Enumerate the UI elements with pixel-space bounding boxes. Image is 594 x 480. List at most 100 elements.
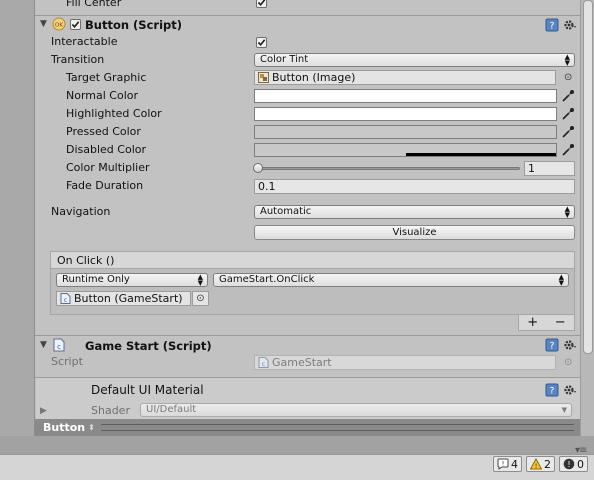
- gear-icon[interactable]: [563, 18, 577, 35]
- inspector-scrollbar-thumb[interactable]: [583, 0, 593, 354]
- shader-dropdown: UI/Default ▼: [140, 403, 572, 417]
- color-multiplier-slider-track[interactable]: [258, 167, 520, 170]
- button-script-icon: OK: [52, 17, 66, 31]
- help-book-icon[interactable]: ?: [545, 338, 559, 355]
- normal-color-field[interactable]: [254, 89, 557, 103]
- foldout-arrow-icon[interactable]: ▼: [40, 340, 47, 350]
- svg-text:?: ?: [550, 22, 555, 32]
- dropdown-arrows-icon: ▲ ▼: [558, 273, 564, 287]
- gamestart-script-title: Game Start (Script): [85, 339, 212, 353]
- onclick-add-remove: + −: [518, 315, 575, 331]
- preview-dropdown-icon[interactable]: ⬍: [85, 423, 95, 432]
- object-picker-icon[interactable]: ⊙: [564, 72, 572, 83]
- shader-label: Shader: [91, 404, 130, 417]
- dropdown-arrow-icon: ▼: [561, 406, 567, 414]
- log-count: 4: [511, 457, 518, 471]
- navigation-value: Automatic: [260, 206, 312, 217]
- color-multiplier-slider-thumb[interactable]: [253, 163, 263, 173]
- remove-listener-button[interactable]: −: [555, 315, 566, 330]
- fill-center-checkbox[interactable]: [256, 0, 267, 8]
- pressed-color-label: Pressed Color: [66, 125, 141, 138]
- normal-color-label: Normal Color: [66, 89, 139, 102]
- material-title: Default UI Material: [91, 383, 204, 397]
- svg-text:!: !: [567, 460, 570, 469]
- highlighted-color-label: Highlighted Color: [66, 107, 162, 120]
- error-count: 0: [577, 457, 584, 471]
- svg-text:c: c: [57, 343, 61, 351]
- disabled-color-field[interactable]: [254, 143, 557, 157]
- pressed-color-field[interactable]: [254, 125, 557, 139]
- preview-bar[interactable]: Button ⬍: [35, 419, 580, 436]
- svg-text:!: !: [502, 460, 505, 468]
- interactable-label: Interactable: [51, 35, 118, 48]
- warning-count-badge[interactable]: ! 2: [526, 456, 555, 472]
- help-book-icon[interactable]: ?: [545, 383, 559, 400]
- button-enabled-checkbox[interactable]: [70, 19, 81, 30]
- error-count-badge[interactable]: ! 0: [559, 456, 588, 472]
- panel-gap: ▾≡: [0, 436, 594, 456]
- svg-text:?: ?: [550, 342, 555, 352]
- script-value: GameStart: [272, 356, 332, 369]
- target-graphic-label: Target Graphic: [66, 71, 147, 84]
- transition-dropdown[interactable]: Color Tint ▲ ▼: [254, 53, 575, 67]
- svg-text:c: c: [262, 361, 265, 368]
- onclick-target-field[interactable]: c Button (GameStart): [56, 291, 191, 306]
- error-icon: !: [563, 458, 575, 470]
- function-value: GameStart.OnClick: [219, 274, 315, 285]
- checkmark-icon: [257, 0, 266, 6]
- fade-duration-input[interactable]: 0.1: [254, 179, 575, 194]
- visualize-button[interactable]: Visualize: [254, 225, 575, 240]
- eyedropper-icon[interactable]: [561, 143, 575, 160]
- eyedropper-icon[interactable]: [561, 89, 575, 106]
- section-separator: [35, 335, 580, 336]
- script-label: Script: [51, 355, 83, 368]
- help-book-icon[interactable]: ?: [545, 18, 559, 35]
- dropdown-arrows-icon: ▲ ▼: [197, 273, 203, 287]
- disabled-color-label: Disabled Color: [66, 143, 147, 156]
- onclick-target-value: Button (GameStart): [74, 292, 183, 305]
- resize-grip[interactable]: [100, 424, 574, 431]
- checkmark-icon: [257, 39, 266, 46]
- info-icon: !: [497, 458, 509, 470]
- gear-icon[interactable]: [563, 383, 577, 400]
- runtime-dropdown[interactable]: Runtime Only ▲ ▼: [56, 273, 208, 287]
- navigation-label: Navigation: [51, 205, 111, 218]
- fade-duration-label: Fade Duration: [66, 179, 144, 192]
- dropdown-arrows-icon: ▲ ▼: [564, 205, 570, 219]
- eyedropper-icon[interactable]: [561, 125, 575, 142]
- transition-label: Transition: [51, 53, 105, 66]
- transition-value: Color Tint: [260, 54, 309, 65]
- interactable-checkbox[interactable]: [256, 37, 267, 48]
- foldout-arrow-icon[interactable]: ▼: [40, 19, 47, 29]
- button-script-title: Button (Script): [85, 18, 182, 32]
- log-count-badge[interactable]: ! 4: [493, 456, 522, 472]
- onclick-title: On Click (): [57, 254, 115, 267]
- object-picker-icon: ⊙: [564, 357, 573, 368]
- function-dropdown[interactable]: GameStart.OnClick ▲ ▼: [213, 273, 569, 287]
- foldout-arrow-right-icon[interactable]: ▶: [40, 406, 47, 416]
- script-icon: c: [52, 338, 66, 352]
- svg-text:c: c: [64, 297, 67, 304]
- color-multiplier-label: Color Multiplier: [66, 161, 150, 174]
- gear-icon[interactable]: [563, 338, 577, 355]
- shader-value: UI/Default: [146, 404, 197, 415]
- script-file-icon: c: [60, 293, 71, 304]
- color-multiplier-input[interactable]: 1: [524, 161, 575, 176]
- dropdown-arrows-icon: ▲ ▼: [564, 53, 570, 67]
- eyedropper-icon[interactable]: [561, 107, 575, 124]
- section-separator: [35, 15, 580, 16]
- object-picker-icon: ⊙: [196, 293, 205, 304]
- warning-icon: !: [530, 458, 542, 470]
- warning-count: 2: [544, 457, 551, 471]
- alpha-bar: [406, 153, 556, 156]
- image-component-icon: [258, 72, 269, 83]
- preview-title: Button: [43, 421, 86, 434]
- highlighted-color-field[interactable]: [254, 107, 557, 121]
- runtime-value: Runtime Only: [62, 274, 130, 285]
- navigation-dropdown[interactable]: Automatic ▲ ▼: [254, 205, 575, 219]
- script-file-icon: c: [258, 357, 269, 368]
- add-listener-button[interactable]: +: [527, 315, 538, 330]
- target-graphic-field[interactable]: Button (Image): [254, 70, 556, 85]
- onclick-target-picker[interactable]: ⊙: [192, 291, 209, 306]
- fill-center-label: Fill Center: [66, 0, 122, 9]
